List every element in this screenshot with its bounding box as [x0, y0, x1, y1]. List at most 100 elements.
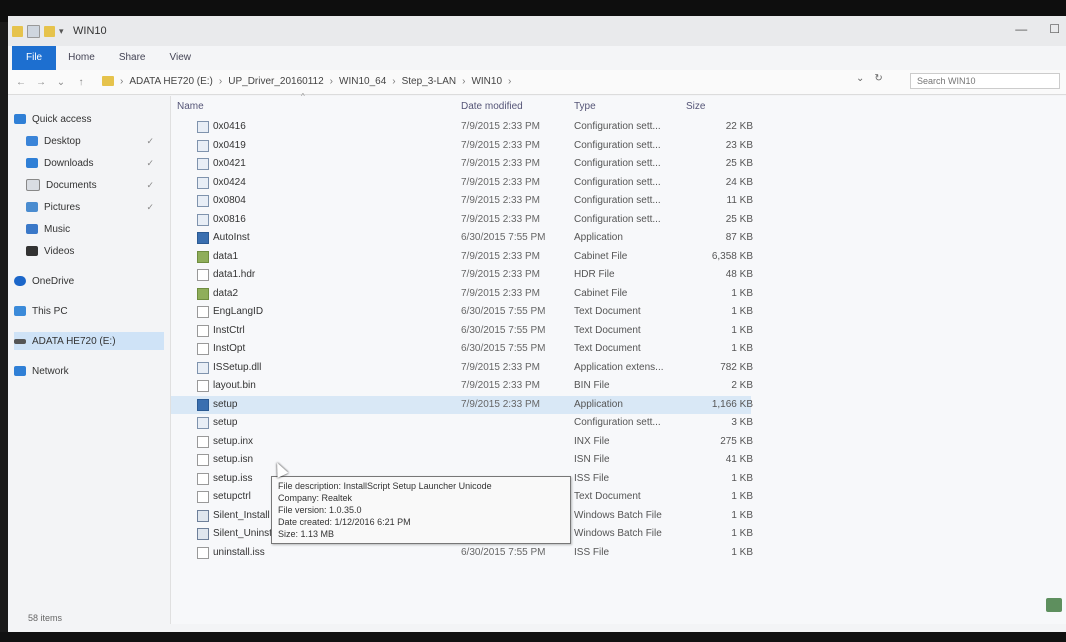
file-size: 2 KB: [731, 380, 753, 391]
sidebar-item-music[interactable]: Music: [26, 220, 164, 238]
cloud-icon: [14, 276, 26, 286]
pin-icon: ✓: [146, 201, 154, 212]
file-row[interactable]: data1 7/9/2015 2:33 PM Cabinet File 6,358 K…: [171, 248, 753, 266]
breadcrumb-step3[interactable]: Step_3-LAN: [402, 76, 456, 87]
new-folder-icon[interactable]: [44, 25, 55, 37]
file-row[interactable]: InstCtrl 6/30/2015 7:55 PM Text Document 1 …: [171, 322, 753, 340]
back-arrow-icon[interactable]: ←: [14, 77, 28, 88]
breadcrumb-win10-64[interactable]: WIN10_64: [339, 76, 386, 87]
file-date: 6/30/2015 7:55 PM: [461, 306, 546, 317]
file-name: setup.isn: [213, 454, 254, 465]
file-row[interactable]: 0x0421 7/9/2015 2:33 PM Configuration sett…: [171, 155, 753, 173]
file-date: 7/9/2015 2:33 PM: [461, 139, 540, 151]
forward-arrow-icon[interactable]: →: [34, 77, 48, 88]
refresh-icon[interactable]: ↻: [874, 73, 882, 84]
maximize-button[interactable]: ☐: [1049, 22, 1060, 36]
address-bar[interactable]: › ADATA HE720 (E:) › UP_Driver_20160112 …: [102, 73, 852, 89]
file-row[interactable]: InstOpt 6/30/2015 7:55 PM Text Document 1 K…: [171, 340, 753, 358]
address-dropdown-icon[interactable]: ⌄: [856, 73, 864, 84]
file-type: Configuration sett...: [574, 158, 661, 169]
sidebar-item-label: OneDrive: [32, 275, 75, 287]
breadcrumb-driver[interactable]: UP_Driver_20160112: [228, 76, 323, 87]
tab-share[interactable]: Share: [107, 46, 158, 70]
file-row[interactable]: setup.isn ISN File 41 KB: [171, 451, 753, 469]
breadcrumb-separator: ›: [392, 75, 396, 87]
sidebar-item-pictures[interactable]: Pictures ✓: [26, 198, 164, 216]
minimize-button[interactable]: —: [1015, 22, 1027, 36]
tab-view[interactable]: View: [158, 46, 204, 70]
file-name: 0x0804: [213, 195, 246, 206]
file-type: ISN File: [574, 454, 610, 465]
file-date: 6/30/2015 7:55 PM: [461, 546, 546, 558]
sidebar-item-videos[interactable]: Videos: [26, 242, 164, 260]
sidebar-item-label: Documents: [46, 179, 97, 191]
file-row[interactable]: setup.inx INX File 275 KB: [171, 433, 753, 451]
breadcrumb-separator: ›: [462, 75, 466, 87]
file-row[interactable]: setup 7/9/2015 2:33 PM Application 1,166 KB: [171, 395, 753, 414]
tab-home[interactable]: Home: [56, 46, 107, 70]
file-cfg-icon: [197, 158, 209, 170]
recent-dropdown-icon[interactable]: ⌄: [54, 77, 68, 88]
sidebar-item-quick-access[interactable]: Quick access: [14, 110, 164, 128]
video-icon: [26, 246, 38, 256]
sidebar-item-adata-drive[interactable]: ADATA HE720 (E:): [14, 332, 164, 350]
tooltip-company: Company: Realtek: [278, 493, 353, 503]
file-type: Configuration sett...: [574, 417, 661, 428]
file-size: 41 KB: [725, 454, 753, 465]
breadcrumb-drive[interactable]: ADATA HE720 (E:): [129, 76, 213, 87]
qat-dropdown-icon[interactable]: ▾: [59, 26, 67, 37]
tooltip-description: File description: InstallScript Setup La…: [278, 481, 492, 491]
file-row[interactable]: data1.hdr 7/9/2015 2:33 PM HDR File 48 KB: [171, 266, 753, 284]
file-row[interactable]: ISSetup.dll 7/9/2015 2:33 PM Application e…: [171, 359, 753, 377]
sidebar-item-network[interactable]: Network: [14, 362, 164, 380]
column-header-date[interactable]: Date modified: [461, 96, 523, 118]
file-row[interactable]: data2 7/9/2015 2:33 PM Cabinet File 1 KB: [171, 285, 753, 303]
tab-file[interactable]: File: [12, 46, 57, 70]
breadcrumb-win10[interactable]: WIN10: [471, 76, 502, 87]
file-row[interactable]: setup Configuration sett... 3 KB: [171, 414, 753, 432]
file-size: 22 KB: [725, 121, 753, 132]
file-name: 0x0816: [213, 213, 246, 225]
file-size: 1 KB: [731, 528, 753, 539]
column-header-type[interactable]: Type: [574, 96, 596, 118]
file-cab-icon: [197, 287, 209, 300]
file-row[interactable]: EngLangID 6/30/2015 7:55 PM Text Document 1…: [171, 303, 753, 321]
file-row[interactable]: 0x0816 7/9/2015 2:33 PM Configuration sett…: [171, 211, 753, 229]
sidebar-item-documents[interactable]: Documents ✓: [26, 176, 164, 194]
file-row[interactable]: 0x0804 7/9/2015 2:33 PM Configuration sett…: [171, 192, 753, 210]
file-name: setup.inx: [213, 435, 254, 447]
details-view-icon[interactable]: [1046, 598, 1062, 612]
up-arrow-icon[interactable]: ↑: [74, 77, 88, 88]
properties-icon[interactable]: [27, 24, 40, 38]
sidebar-item-label: ADATA HE720 (E:): [32, 335, 116, 347]
file-row[interactable]: 0x0419 7/9/2015 2:33 PM Configuration sett…: [171, 137, 753, 155]
file-row[interactable]: AutoInst 6/30/2015 7:55 PM Application 87 K…: [171, 229, 753, 247]
file-txt-icon: [197, 380, 209, 392]
window-controls: — ☐: [1015, 22, 1060, 36]
column-header-name[interactable]: Name: [177, 96, 204, 118]
file-row[interactable]: uninstall.iss 6/30/2015 7:55 PM ISS File 1 …: [171, 544, 753, 562]
search-input[interactable]: [910, 73, 1060, 89]
file-row[interactable]: 0x0416 7/9/2015 2:33 PM Configuration sett…: [171, 118, 753, 136]
file-row[interactable]: 0x0424 7/9/2015 2:33 PM Configuration sett…: [171, 174, 753, 192]
sidebar-item-this-pc[interactable]: This PC: [14, 302, 164, 320]
file-size: 1 KB: [731, 287, 753, 299]
file-name: setup: [213, 398, 238, 410]
breadcrumb-separator: ›: [218, 75, 223, 87]
file-size: 23 KB: [725, 139, 753, 151]
file-date: 7/9/2015 2:33 PM: [461, 398, 540, 410]
sidebar-item-label: This PC: [32, 305, 68, 317]
column-header-size[interactable]: Size: [686, 96, 705, 118]
file-size: 6,358 KB: [711, 250, 753, 262]
sidebar-item-onedrive[interactable]: OneDrive: [14, 272, 164, 290]
file-size: 1 KB: [731, 472, 753, 484]
sidebar-item-downloads[interactable]: Downloads ✓: [26, 154, 164, 172]
file-size: 1 KB: [731, 546, 753, 558]
file-date: 6/30/2015 7:55 PM: [461, 232, 546, 243]
file-type: Text Document: [574, 324, 641, 336]
file-date: 7/9/2015 2:33 PM: [461, 287, 540, 299]
file-date: 7/9/2015 2:33 PM: [461, 158, 540, 169]
sidebar-item-desktop[interactable]: Desktop ✓: [26, 132, 164, 150]
file-type: Application extens...: [574, 361, 664, 373]
file-row[interactable]: layout.bin 7/9/2015 2:33 PM BIN File 2 KB: [171, 377, 753, 395]
